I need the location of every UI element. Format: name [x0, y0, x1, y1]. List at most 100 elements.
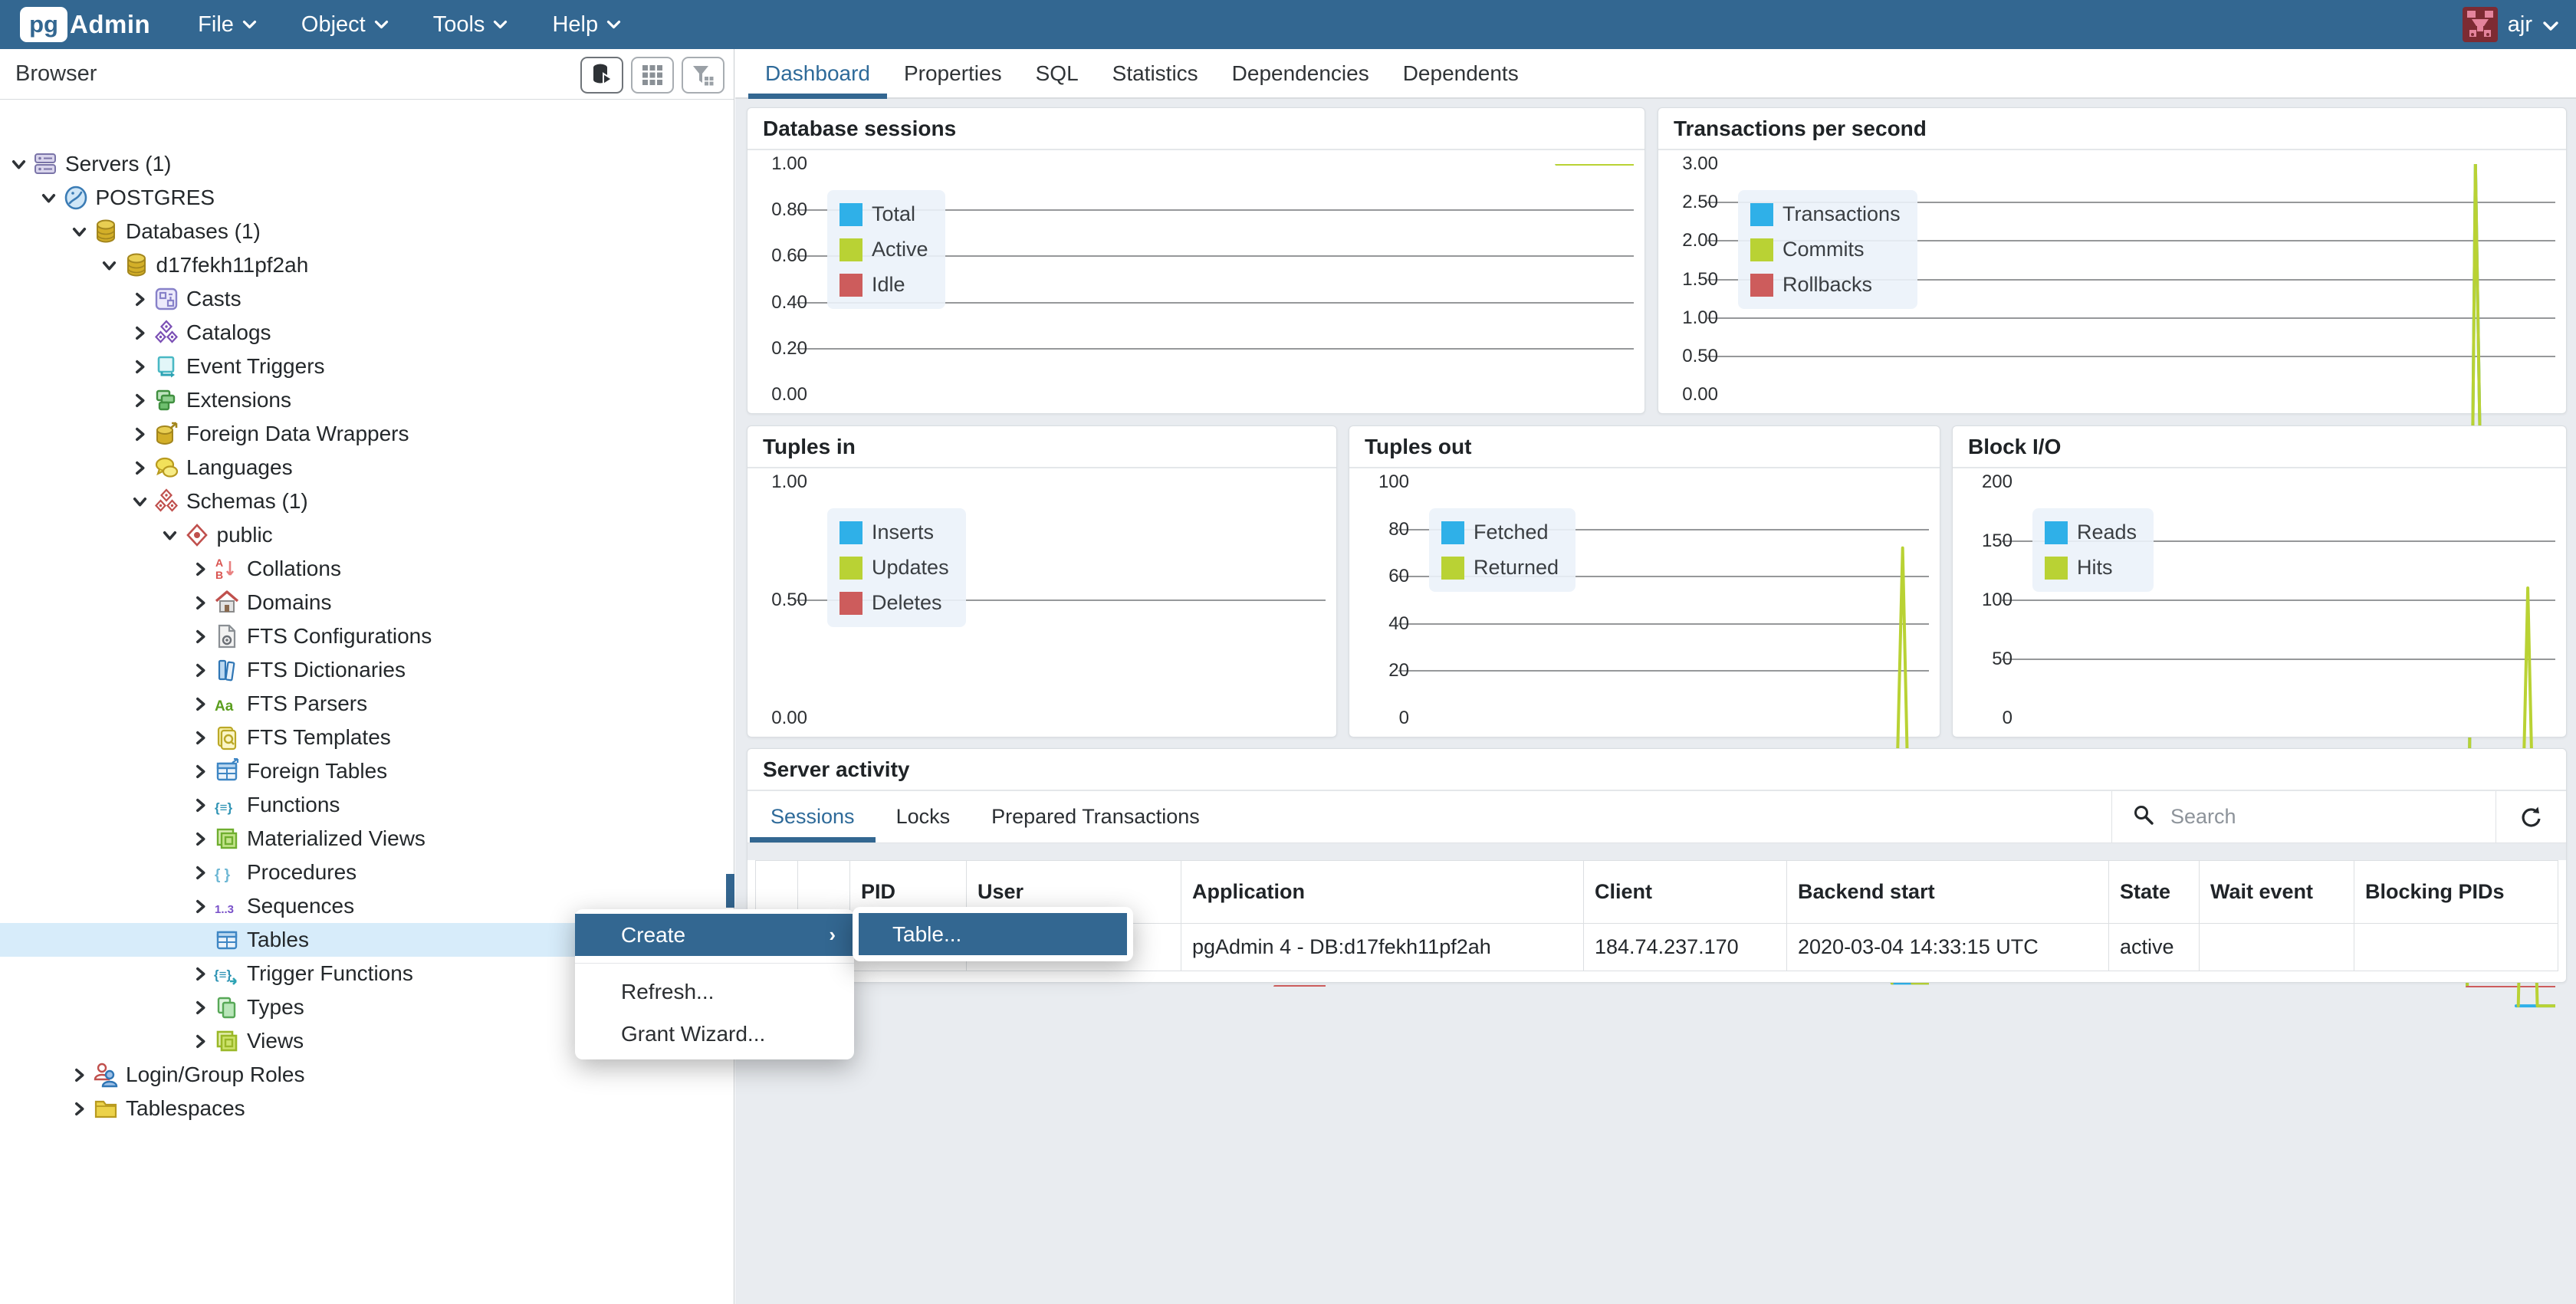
server-activity-tabs: SessionsLocksPrepared Transactions: [748, 791, 2566, 843]
menu-file[interactable]: File: [198, 12, 257, 38]
tree-item-collations[interactable]: ABCollations: [0, 552, 726, 586]
tree-item-foreign-data-wrappers[interactable]: Foreign Data Wrappers: [0, 417, 726, 451]
tree-item-functions[interactable]: {≡}Functions: [0, 788, 726, 822]
tree-item-fts-parsers[interactable]: AaFTS Parsers: [0, 687, 726, 721]
chevron-collapsed-icon[interactable]: [188, 865, 212, 881]
tree-item-foreign-tables[interactable]: Foreign Tables: [0, 754, 726, 788]
search-input[interactable]: [2170, 805, 2462, 829]
chevron-collapsed-icon[interactable]: [188, 966, 212, 982]
tab-dependencies[interactable]: Dependencies: [1215, 49, 1386, 97]
tree-item-catalogs[interactable]: Catalogs: [0, 316, 726, 350]
menu-object[interactable]: Object: [301, 12, 389, 38]
filter-icon[interactable]: [682, 57, 724, 94]
chevron-collapsed-icon[interactable]: [188, 1000, 212, 1016]
tree-item-servers-1[interactable]: Servers (1): [0, 147, 726, 181]
tree-item-login-group-roles[interactable]: Login/Group Roles: [0, 1058, 726, 1092]
tree-item-label: POSTGRES: [96, 186, 215, 210]
refresh-button[interactable]: [2496, 791, 2566, 843]
tree-item-materialized-views[interactable]: Materialized Views: [0, 822, 726, 856]
user-menu[interactable]: ajr: [2463, 7, 2559, 42]
chevron-collapsed-icon[interactable]: [188, 831, 212, 847]
tree-item-extensions[interactable]: Extensions: [0, 383, 726, 417]
tab-sql[interactable]: SQL: [1019, 49, 1096, 97]
tree-item-tablespaces[interactable]: Tablespaces: [0, 1092, 726, 1125]
sa-tab-sessions[interactable]: Sessions: [750, 791, 876, 843]
legend-entry-inserts: Inserts: [840, 521, 949, 544]
grid-icon[interactable]: [631, 57, 674, 94]
chevron-collapsed-icon[interactable]: [188, 764, 212, 780]
search-area: [2111, 791, 2566, 843]
col-header-client: Client: [1584, 861, 1787, 924]
sa-tab-locks[interactable]: Locks: [876, 791, 971, 843]
chevron-expanded-icon[interactable]: [37, 190, 61, 206]
chevron-collapsed-icon[interactable]: [188, 730, 212, 746]
tree-item-languages[interactable]: Languages: [0, 451, 726, 484]
chevron-collapsed-icon[interactable]: [127, 325, 152, 341]
chevron-expanded-icon[interactable]: [158, 527, 182, 544]
table-cell: active: [2109, 924, 2200, 971]
chevron-collapsed-icon[interactable]: [127, 426, 152, 442]
username: ajr: [2508, 12, 2532, 38]
chevron-collapsed-icon[interactable]: [188, 662, 212, 678]
tree-item-public[interactable]: public: [0, 518, 726, 552]
table-cell: 184.74.237.170: [1584, 924, 1787, 971]
context-menu-item-refresh[interactable]: Refresh...: [575, 971, 854, 1013]
y-tick-label: 40: [1349, 613, 1409, 635]
legend-entry-reads: Reads: [2045, 521, 2137, 544]
chevron-expanded-icon[interactable]: [127, 494, 152, 510]
context-menu-item-grant-wizard[interactable]: Grant Wizard...: [575, 1013, 854, 1055]
tree-item-label: Catalogs: [186, 320, 271, 345]
tree-item-fts-templates[interactable]: FTS Templates: [0, 721, 726, 754]
legend-swatch: [2045, 521, 2068, 544]
chevron-collapsed-icon[interactable]: [188, 898, 212, 915]
tree-item-procedures[interactable]: { }Procedures: [0, 856, 726, 889]
tree-item-fts-dictionaries[interactable]: FTS Dictionaries: [0, 653, 726, 687]
menu-help[interactable]: Help: [552, 12, 621, 38]
object-explorer-icon[interactable]: [580, 57, 623, 94]
chevron-collapsed-icon[interactable]: [188, 595, 212, 611]
chevron-collapsed-icon[interactable]: [127, 291, 152, 307]
menu-tools[interactable]: Tools: [433, 12, 508, 38]
chart-legend: InsertsUpdatesDeletes: [827, 508, 966, 627]
tree-item-schemas-1[interactable]: Schemas (1): [0, 484, 726, 518]
submenu-item-table[interactable]: Table...: [859, 913, 1127, 955]
chevron-collapsed-icon[interactable]: [67, 1067, 91, 1083]
tree-scrollbar-thumb[interactable]: [726, 874, 734, 908]
chevron-collapsed-icon[interactable]: [188, 629, 212, 645]
svg-text:{≡}: {≡}: [214, 967, 232, 982]
browser-panel: Browser Servers (1) POSTGRES Databases (1)…: [0, 49, 734, 1304]
tree-item-label: Casts: [186, 287, 242, 311]
tree-item-label: Foreign Tables: [247, 759, 387, 783]
panel-spacer: [748, 843, 2566, 860]
chevron-collapsed-icon[interactable]: [127, 460, 152, 476]
tab-statistics[interactable]: Statistics: [1096, 49, 1215, 97]
tree-item-fts-configurations[interactable]: FTS Configurations: [0, 619, 726, 653]
chart-legend: ReadsHits: [2032, 508, 2154, 592]
procedure-icon: { }: [212, 859, 242, 886]
tree-item-postgres[interactable]: POSTGRES: [0, 181, 726, 215]
chevron-expanded-icon[interactable]: [97, 258, 122, 274]
context-menu-item-create[interactable]: Create›: [575, 914, 854, 956]
chevron-collapsed-icon[interactable]: [188, 1033, 212, 1049]
tree-item-databases-1[interactable]: Databases (1): [0, 215, 726, 248]
chevron-expanded-icon[interactable]: [6, 156, 31, 172]
tree-item-domains[interactable]: Domains: [0, 586, 726, 619]
chevron-collapsed-icon[interactable]: [67, 1101, 91, 1117]
tree-item-casts[interactable]: Casts: [0, 282, 726, 316]
chevron-expanded-icon[interactable]: [67, 224, 91, 240]
chevron-collapsed-icon[interactable]: [188, 797, 212, 813]
sa-tab-prepared-transactions[interactable]: Prepared Transactions: [971, 791, 1221, 843]
legend-entry-rollbacks: Rollbacks: [1750, 273, 1901, 297]
chevron-collapsed-icon[interactable]: [127, 359, 152, 375]
chevron-collapsed-icon[interactable]: [127, 393, 152, 409]
tab-properties[interactable]: Properties: [887, 49, 1019, 97]
y-tick-label: 1.00: [748, 471, 807, 493]
tree-item-event-triggers[interactable]: Event Triggers: [0, 350, 726, 383]
chevron-collapsed-icon[interactable]: [188, 561, 212, 577]
tab-dashboard[interactable]: Dashboard: [748, 49, 887, 97]
tree-item-d17fekh11pf2ah[interactable]: d17fekh11pf2ah: [0, 248, 726, 282]
table-icon: [212, 926, 242, 954]
chevron-collapsed-icon[interactable]: [188, 696, 212, 712]
browser-header: Browser: [0, 49, 734, 100]
tab-dependents[interactable]: Dependents: [1386, 49, 1536, 97]
